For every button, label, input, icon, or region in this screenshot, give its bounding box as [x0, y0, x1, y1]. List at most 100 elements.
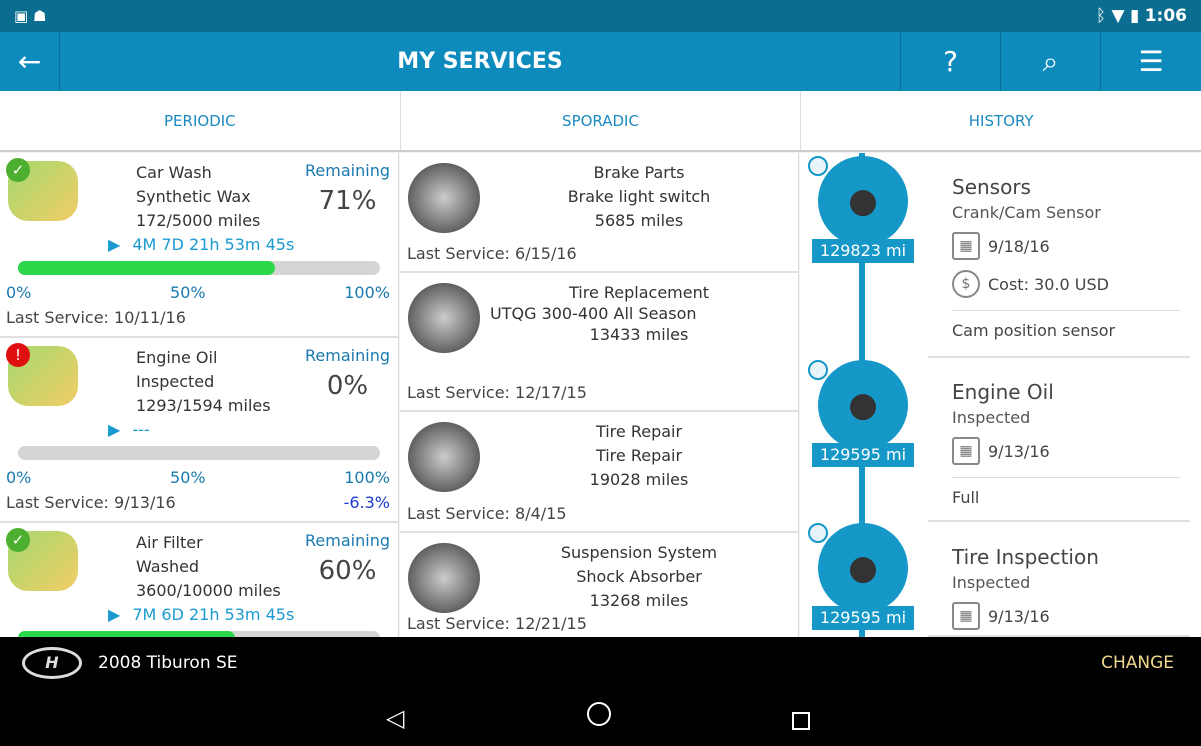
sporadic-item[interactable]: Tire Repair Tire Repair 19028 miles Last S… [400, 412, 798, 533]
service-name: Car Wash [136, 163, 212, 182]
history-title: Tire Inspection [952, 545, 1099, 569]
remaining-value: 60% [318, 556, 377, 586]
calendar-icon: ▦ [952, 602, 980, 630]
sliders-icon: ☰ [1138, 45, 1164, 78]
service-detail: Shock Absorber [576, 567, 702, 586]
check-icon: ✓ [6, 528, 30, 552]
service-timer: --- [132, 420, 150, 439]
help-button[interactable]: ? [900, 32, 1000, 91]
mileage-badge: 129595 mi [812, 606, 914, 630]
vehicle-bar: H 2008 Tiburon SE CHANGE [0, 637, 1201, 690]
progress-bar [18, 446, 380, 460]
tab-history[interactable]: HISTORY [801, 91, 1201, 150]
part-icon [408, 163, 480, 233]
notification-icons: ▣ ☗ [14, 7, 47, 25]
service-detail: Synthetic Wax [136, 187, 251, 206]
service-miles: 13433 miles [589, 325, 689, 344]
history-detail: Crank/Cam Sensor [952, 203, 1101, 222]
periodic-list[interactable]: ✓ Car Wash Synthetic Wax 172/5000 miles ▶ 4M… [0, 153, 399, 637]
app-bar: ← MY SERVICES ? ⌕ ☰ [0, 32, 1201, 91]
cloud-sync-icon [808, 523, 828, 543]
service-detail: Tire Repair [595, 446, 683, 465]
recents-nav-icon[interactable] [792, 712, 810, 730]
service-miles: 1293/1594 miles [136, 396, 271, 415]
history-card[interactable]: Sensors Crank/Cam Sensor ▦ 9/18/16 $ Cost:… [928, 153, 1190, 358]
wifi-icon: ▼ [1111, 6, 1125, 26]
play-icon[interactable]: ▶ [108, 605, 120, 624]
status-bar: ▣ ☗ ᛒ ▼ ▮ 1:06 [0, 0, 1201, 32]
service-detail: Inspected [136, 372, 215, 391]
last-service: Last Service: 9/13/16 [6, 493, 176, 512]
scale-max: 100% [344, 468, 390, 487]
filter-button[interactable]: ☰ [1100, 32, 1201, 91]
chip-icon: ● [818, 156, 908, 246]
periodic-item[interactable]: ✓ Air Filter Washed 3600/10000 miles ▶ 7M 6D… [0, 523, 398, 637]
service-name: Engine Oil [136, 348, 218, 367]
cloud-sync-icon [808, 156, 828, 176]
service-detail: UTQG 300-400 All Season [490, 304, 697, 323]
clock: 1:06 [1144, 6, 1187, 26]
history-detail: Inspected [952, 573, 1031, 592]
service-miles: 19028 miles [589, 470, 689, 489]
mileage-badge: 129595 mi [812, 443, 914, 467]
periodic-item[interactable]: ✓ Car Wash Synthetic Wax 172/5000 miles ▶ 4M… [0, 153, 398, 338]
system-nav-bar: ◁ [0, 690, 1201, 746]
play-icon[interactable]: ▶ [108, 235, 120, 254]
part-icon [408, 543, 480, 613]
history-detail: Inspected [952, 408, 1031, 427]
remaining-value: 0% [326, 371, 369, 401]
progress-bar [18, 261, 380, 275]
service-name: Suspension System [560, 543, 718, 562]
service-detail: Washed [136, 557, 200, 576]
progress-fill [18, 261, 276, 275]
scale-mid: 50% [170, 468, 206, 487]
service-miles: 13268 miles [589, 591, 689, 610]
battery-icon: ▮ [1129, 6, 1140, 26]
service-name: Air Filter [136, 533, 203, 552]
coins-icon: $ [952, 270, 980, 298]
overdue-value: -6.3% [343, 493, 390, 512]
search-button[interactable]: ⌕ [1000, 32, 1100, 91]
tab-periodic[interactable]: PERIODIC [0, 91, 401, 150]
change-vehicle-button[interactable]: CHANGE [1101, 653, 1174, 673]
last-service: Last Service: 12/21/15 [407, 614, 587, 633]
history-date: 9/13/16 [988, 441, 1050, 461]
history-card[interactable]: Engine Oil Inspected ▦ 9/13/16 Full [928, 358, 1190, 522]
service-name: Brake Parts [593, 163, 685, 182]
play-icon[interactable]: ▶ [108, 420, 120, 439]
service-name: Tire Repair [595, 422, 683, 441]
last-service: Last Service: 10/11/16 [6, 308, 186, 327]
sporadic-list[interactable]: Brake Parts Brake light switch 5685 miles … [400, 153, 799, 637]
service-miles: 5685 miles [594, 211, 684, 230]
page-title: MY SERVICES [397, 49, 563, 74]
service-timer: 7M 6D 21h 53m 45s [132, 605, 295, 624]
remaining-label: Remaining [305, 161, 390, 180]
tab-bar: PERIODIC SPORADIC HISTORY [0, 91, 1201, 152]
scale-min: 0% [6, 468, 32, 487]
history-card[interactable]: Tire Inspection Inspected ▦ 9/13/16 [928, 523, 1190, 637]
calendar-icon: ▦ [952, 437, 980, 465]
service-miles: 172/5000 miles [136, 211, 261, 230]
part-icon [408, 422, 480, 492]
home-nav-icon[interactable] [587, 702, 611, 726]
last-service: Last Service: 6/15/16 [407, 244, 577, 263]
sporadic-item[interactable]: Brake Parts Brake light switch 5685 miles … [400, 153, 798, 273]
tab-sporadic[interactable]: SPORADIC [401, 91, 802, 150]
remaining-label: Remaining [305, 531, 390, 550]
scale-max: 100% [344, 283, 390, 302]
history-title: Sensors [952, 175, 1031, 199]
periodic-item[interactable]: ! Engine Oil Inspected 1293/1594 miles ▶ ---… [0, 338, 398, 523]
history-title: Engine Oil [952, 380, 1054, 404]
back-nav-icon[interactable]: ◁ [386, 704, 404, 732]
sporadic-item[interactable]: Suspension System Shock Absorber 13268 mil… [400, 533, 798, 637]
sporadic-item[interactable]: Tire Replacement UTQG 300-400 All Season 1… [400, 273, 798, 412]
service-miles: 3600/10000 miles [136, 581, 281, 600]
service-name: Tire Replacement [568, 283, 709, 302]
remaining-value: 71% [318, 186, 377, 216]
history-cost: Cost: 30.0 USD [988, 274, 1109, 294]
service-detail: Brake light switch [567, 187, 711, 206]
help-icon: ? [943, 45, 958, 78]
history-date: 9/18/16 [988, 236, 1050, 256]
part-icon [408, 283, 480, 353]
history-date: 9/13/16 [988, 606, 1050, 626]
